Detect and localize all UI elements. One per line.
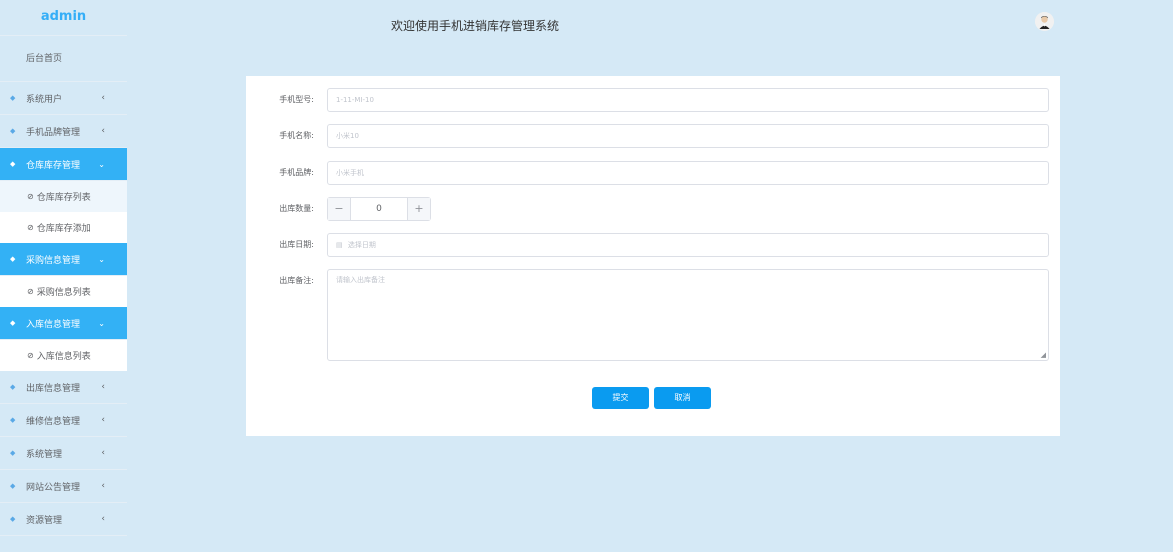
sidebar-subitem-label: 仓库库存列表	[36, 193, 91, 203]
diamond-icon: ◆	[10, 127, 16, 135]
sidebar-item-label: 系统管理	[26, 449, 63, 460]
sidebar-subitem-label: 入库信息列表	[36, 352, 91, 362]
clock-icon: ⊘	[27, 223, 34, 232]
diamond-icon: ◆	[10, 160, 16, 168]
sidebar-item-label: 仓库库存管理	[26, 160, 81, 171]
sidebar-subitem-inbound-list[interactable]: ⊘ 入库信息列表	[0, 340, 127, 371]
brand-input[interactable]: 小米手机	[327, 161, 1049, 185]
date-placeholder: 选择日期	[347, 241, 376, 249]
form-row-quantity: 出库数量: − 0 +	[246, 197, 1060, 221]
diamond-icon: ◆	[10, 319, 16, 327]
chevron-left-icon: ‹	[101, 481, 105, 491]
sidebar-item-system-users[interactable]: ◆ 系统用户 ‹	[0, 82, 127, 115]
chevron-down-icon: ⌄	[98, 318, 105, 328]
sidebar-item-repair-info[interactable]: ◆ 维修信息管理 ‹	[0, 404, 127, 437]
cancel-button[interactable]: 取消	[654, 387, 711, 409]
sidebar-item-outbound-info[interactable]: ◆ 出库信息管理 ‹	[0, 371, 127, 404]
diamond-icon: ◆	[10, 482, 16, 490]
diamond-icon: ◆	[10, 383, 16, 391]
sidebar-item-label: 采购信息管理	[26, 255, 81, 266]
note-label: 出库备注:	[279, 276, 314, 285]
diamond-icon: ◆	[10, 449, 16, 457]
form-row-model: 手机型号: 1-11-MI-10	[246, 88, 1060, 112]
submit-button[interactable]: 提交	[592, 387, 649, 409]
sidebar-item-resources[interactable]: ◆ 资源管理 ‹	[0, 503, 127, 536]
sidebar-item-announcements[interactable]: ◆ 网站公告管理 ‹	[0, 470, 127, 503]
form-card: 手机型号: 1-11-MI-10 手机名称: 小米10 手机品牌: 小米手机 出…	[246, 76, 1060, 436]
sidebar-subitem-purchase-list[interactable]: ⊘ 采购信息列表	[0, 276, 127, 307]
sidebar-subitem-stock-list[interactable]: ⊘ 仓库库存列表	[0, 181, 127, 212]
sidebar-item-home[interactable]: 后台首页	[0, 36, 127, 82]
decrement-button[interactable]: −	[328, 198, 351, 220]
clock-icon: ⊘	[27, 351, 34, 360]
diamond-icon: ◆	[10, 255, 16, 263]
sidebar-item-label: 系统用户	[26, 94, 63, 105]
quantity-label: 出库数量:	[279, 204, 314, 213]
sidebar-item-label: 出库信息管理	[26, 383, 81, 394]
chevron-down-icon: ⌄	[98, 159, 105, 169]
form-row-date: 出库日期: ▤ 选择日期	[246, 233, 1060, 257]
name-label: 手机名称:	[279, 131, 314, 140]
chevron-left-icon: ‹	[101, 93, 105, 103]
sidebar-item-label: 资源管理	[26, 515, 63, 526]
sidebar-subitem-label: 采购信息列表	[36, 288, 91, 298]
chevron-left-icon: ‹	[101, 514, 105, 524]
name-input[interactable]: 小米10	[327, 124, 1049, 148]
chevron-left-icon: ‹	[101, 415, 105, 425]
sidebar-item-warehouse-stock[interactable]: ◆ 仓库库存管理 ⌄	[0, 148, 127, 181]
chevron-down-icon: ⌄	[98, 254, 105, 264]
avatar[interactable]	[1035, 12, 1054, 31]
sidebar-item-label: 手机品牌管理	[26, 127, 81, 138]
model-input[interactable]: 1-11-MI-10	[327, 88, 1049, 112]
chevron-left-icon: ‹	[101, 126, 105, 136]
sidebar-item-label: 入库信息管理	[26, 319, 81, 330]
diamond-icon: ◆	[10, 515, 16, 523]
sidebar: admin 后台首页 ◆ 系统用户 ‹ ◆ 手机品牌管理 ‹ ◆ 仓库库存管理 …	[0, 0, 127, 552]
quantity-stepper: − 0 +	[327, 197, 431, 221]
sidebar-subitem-label: 仓库库存添加	[36, 224, 91, 234]
sidebar-subitem-stock-add[interactable]: ⊘ 仓库库存添加	[0, 212, 127, 243]
sidebar-item-label: 维修信息管理	[26, 416, 81, 427]
sidebar-item-inbound-info[interactable]: ◆ 入库信息管理 ⌄	[0, 307, 127, 340]
date-label: 出库日期:	[279, 240, 314, 249]
resize-handle-icon[interactable]: ◢	[1041, 351, 1046, 359]
calendar-icon: ▤	[336, 241, 343, 249]
note-textarea[interactable]: 请输入出库备注 ◢	[327, 269, 1049, 361]
logo: admin	[0, 0, 127, 36]
form-row-name: 手机名称: 小米10	[246, 124, 1060, 148]
sidebar-item-system-management[interactable]: ◆ 系统管理 ‹	[0, 437, 127, 470]
user-avatar-icon	[1035, 12, 1054, 31]
clock-icon: ⊘	[27, 287, 34, 296]
brand-label: 手机品牌:	[279, 168, 314, 177]
sidebar-item-label: 网站公告管理	[26, 482, 81, 493]
increment-button[interactable]: +	[407, 198, 430, 220]
clock-icon: ⊘	[27, 192, 34, 201]
form-row-brand: 手机品牌: 小米手机	[246, 161, 1060, 185]
sidebar-item-brand-management[interactable]: ◆ 手机品牌管理 ‹	[0, 115, 127, 148]
quantity-input[interactable]: 0	[351, 198, 407, 220]
note-placeholder: 请输入出库备注	[336, 276, 385, 284]
date-picker-input[interactable]: ▤ 选择日期	[327, 233, 1049, 257]
diamond-icon: ◆	[10, 416, 16, 424]
chevron-left-icon: ‹	[101, 448, 105, 458]
model-label: 手机型号:	[279, 95, 314, 104]
sidebar-item-purchase-info[interactable]: ◆ 采购信息管理 ⌄	[0, 243, 127, 276]
diamond-icon: ◆	[10, 94, 16, 102]
chevron-left-icon: ‹	[101, 382, 105, 392]
page-title: 欢迎使用手机进销库存管理系统	[391, 19, 560, 33]
